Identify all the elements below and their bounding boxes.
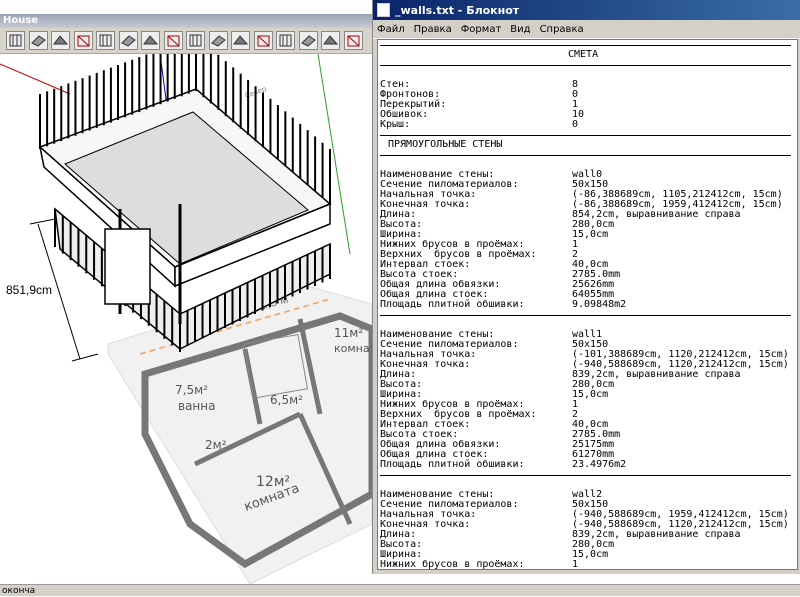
line-key: Площадь плитной обшивки:: [380, 459, 525, 470]
house-window-title: House: [0, 14, 372, 28]
report-line: Площадь плитной обшивки: 9.09848m2: [378, 300, 797, 310]
bath-name-label: ванна: [178, 399, 215, 413]
bath-area-label: 7,5м²: [175, 383, 208, 397]
notepad-menu-bar: Файл Правка Формат Вид Справка: [373, 20, 800, 39]
status-bar: оконча: [0, 584, 800, 596]
separator-line: [378, 60, 797, 70]
notepad-icon: [377, 3, 390, 17]
line-value: 9.09848m2: [572, 299, 627, 310]
line-value: 0: [572, 119, 579, 130]
report-line: Стен: 8: [378, 80, 797, 90]
door-icon[interactable]: [141, 31, 160, 50]
cladding-icon[interactable]: [208, 31, 228, 50]
report-heading: СМЕТА: [568, 49, 599, 60]
model-viewport[interactable]: 2-й эт. Потолки 2,5 м 7,5м² ванна 6,5м² …: [0, 54, 372, 584]
menu-item-3[interactable]: Вид: [510, 24, 530, 35]
room2-name-label: комнат: [334, 342, 372, 355]
settings-icon[interactable]: [321, 31, 340, 50]
opening-icon[interactable]: [231, 31, 250, 50]
separator-line: [378, 310, 797, 320]
report-line: Площадь плитной обшивки: 23.4976m2: [378, 460, 797, 470]
export-icon[interactable]: [298, 31, 318, 50]
list-icon[interactable]: [276, 31, 295, 50]
delete-icon[interactable]: [253, 31, 273, 50]
wall-icon[interactable]: [6, 31, 25, 50]
model-drawing: 2-й эт. Потолки 2,5 м 7,5м² ванна 6,5м² …: [0, 54, 372, 584]
truss-icon[interactable]: [186, 31, 205, 50]
desktop-top-strip: [0, 0, 372, 14]
menu-item-4[interactable]: Справка: [540, 24, 584, 35]
menu-item-1[interactable]: Правка: [414, 24, 452, 35]
notepad-text-area[interactable]: СМЕТА Стен: 8 Фронтонов: 0 Перекрытий: 1 Обшиво…: [377, 39, 798, 570]
beam-icon[interactable]: [163, 31, 183, 50]
hall-area-label: 6,5м²: [270, 393, 303, 407]
notepad-title: _walls.txt - Блокнот: [395, 3, 520, 17]
report-line: Крыш: 0: [378, 120, 797, 130]
floor-icon[interactable]: [28, 31, 48, 50]
house-toolbar: [0, 28, 372, 54]
separator-line: [378, 470, 797, 480]
report-icon[interactable]: [343, 31, 363, 50]
red-axis: [0, 63, 71, 95]
frame-icon[interactable]: [73, 31, 93, 50]
menu-item-0[interactable]: Файл: [377, 24, 405, 35]
report-line: Обшивок: 10: [378, 110, 797, 120]
notepad-title-bar[interactable]: _walls.txt - Блокнот: [373, 0, 800, 20]
dimension-text: 851,9cm: [6, 283, 52, 297]
roof-icon[interactable]: [51, 31, 70, 50]
line-value: 23.4976m2: [572, 459, 627, 470]
gable-icon[interactable]: [96, 31, 115, 50]
window-icon[interactable]: [118, 31, 138, 50]
menu-item-2[interactable]: Формат: [461, 24, 502, 35]
report-line: Перекрытий: 1: [378, 100, 797, 110]
line-key: Площадь плитной обшивки:: [380, 299, 525, 310]
wc-area-label: 2м²: [205, 438, 227, 452]
room2-area-label: 11м²: [334, 326, 363, 340]
notepad-window: _walls.txt - Блокнот Файл Правка Формат Вид…: [372, 0, 800, 574]
separator-line: [378, 150, 797, 160]
section-title: ПРЯМОУГОЛЬНЫЕ СТЕНЫ: [388, 139, 503, 150]
line-key: Крыш:: [380, 119, 411, 130]
